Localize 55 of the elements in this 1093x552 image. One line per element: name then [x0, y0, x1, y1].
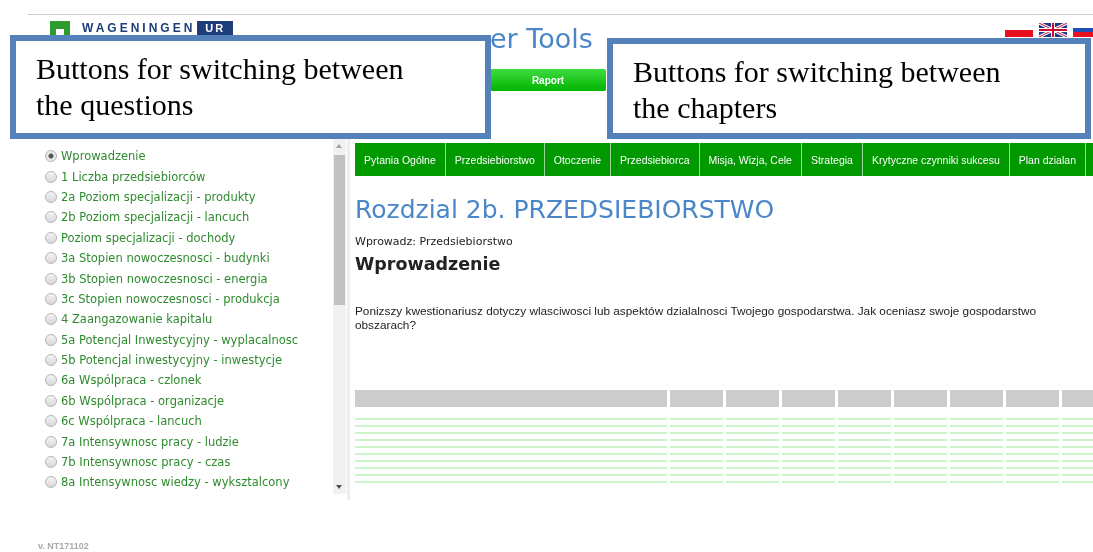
radio-button[interactable] — [45, 272, 57, 285]
radio-button[interactable] — [45, 231, 57, 244]
question-label[interactable]: 6b Wspólpraca - organizacje — [61, 393, 225, 408]
question-label[interactable]: 3a Stopien nowoczesnosci - budynki — [61, 251, 270, 266]
radio-button[interactable] — [45, 354, 57, 367]
radio-button[interactable] — [45, 415, 57, 428]
version-label: v. NT171102 — [38, 541, 89, 551]
table-header-cell — [1006, 390, 1059, 407]
radio-button[interactable] — [45, 313, 57, 326]
radio-button[interactable] — [45, 333, 57, 346]
radio-button[interactable] — [45, 252, 57, 265]
scrollbar[interactable] — [333, 139, 346, 494]
radio-button[interactable] — [45, 211, 57, 224]
radio-button[interactable] — [45, 150, 57, 163]
question-label[interactable]: 5b Potencjal inwestycyjny - inwestycje — [61, 353, 283, 368]
radio-button[interactable] — [45, 394, 57, 407]
question-label[interactable]: 8a Intensywnosc wiedzy - wyksztalcony — [61, 475, 290, 490]
flag-icon[interactable] — [1039, 23, 1067, 37]
question-label[interactable]: 1 Liczba przedsiebiorców — [61, 169, 206, 184]
question-label[interactable]: 4 Zaangazowanie kapitalu — [61, 312, 213, 327]
question-label[interactable]: 6a Wspólpraca - czlonek — [61, 373, 202, 388]
question-label[interactable]: Poziom specjalizacji - dochody — [61, 230, 236, 245]
chapter-title: Rozdzial 2b. PRZEDSIEBIORSTWO — [355, 195, 776, 225]
table-header-cell — [782, 390, 835, 407]
table-header-cell — [838, 390, 891, 407]
logo-text: WAGENINGEN — [82, 21, 196, 35]
table-header-cell — [726, 390, 779, 407]
intro-text: obszarach? — [355, 318, 417, 332]
radio-button[interactable] — [45, 292, 57, 305]
breadcrumb: Wprowadz: Przedsiebiorstwo — [355, 235, 514, 248]
table-header-cell — [950, 390, 1003, 407]
question-label[interactable]: 2a Poziom specjalizacji - produkty — [61, 189, 256, 204]
section-heading: Wprowadzenie — [355, 254, 502, 274]
table-header-cell — [894, 390, 947, 407]
question-label[interactable]: 7a Intensywnosc pracy - ludzie — [61, 434, 239, 449]
logo-badge: UR — [197, 21, 234, 35]
callout: Buttons for switching between the questions — [10, 35, 491, 139]
callout: Buttons for switching between the chapters — [607, 38, 1091, 139]
radio-button[interactable] — [45, 476, 57, 489]
intro-text: Ponizszy kwestionariusz dotyczy wlasciwosci lub aspektów dzialalnosci Twojego gospodarstwa. Jak oceniasz swoje gospodarstwo — [355, 304, 1038, 318]
question-label[interactable]: 3c Stopien nowoczesnosci - produkcja — [61, 291, 280, 306]
radio-button[interactable] — [45, 456, 57, 469]
question-label[interactable]: 2b Poziom specjalizacji - lancuch — [61, 210, 250, 225]
radio-button[interactable] — [45, 190, 57, 203]
question-label[interactable]: 5a Potencjal Inwestycyjny - wyplacalnosc — [61, 332, 299, 347]
question-label[interactable]: 7b Intensywnosc pracy - czas — [61, 455, 231, 470]
question-label[interactable]: 3b Stopien nowoczesnosci - energia — [61, 271, 268, 286]
table-header-cell — [670, 390, 723, 407]
radio-button[interactable] — [45, 374, 57, 387]
question-label[interactable]: 6c Wspólpraca - lancuch — [61, 414, 202, 429]
app-title: er Tools — [490, 23, 593, 55]
radio-button[interactable] — [45, 435, 57, 448]
report-button[interactable]: Raport — [490, 69, 606, 91]
radio-button[interactable] — [45, 170, 57, 183]
question-label[interactable]: Wprowadzenie — [61, 149, 146, 164]
